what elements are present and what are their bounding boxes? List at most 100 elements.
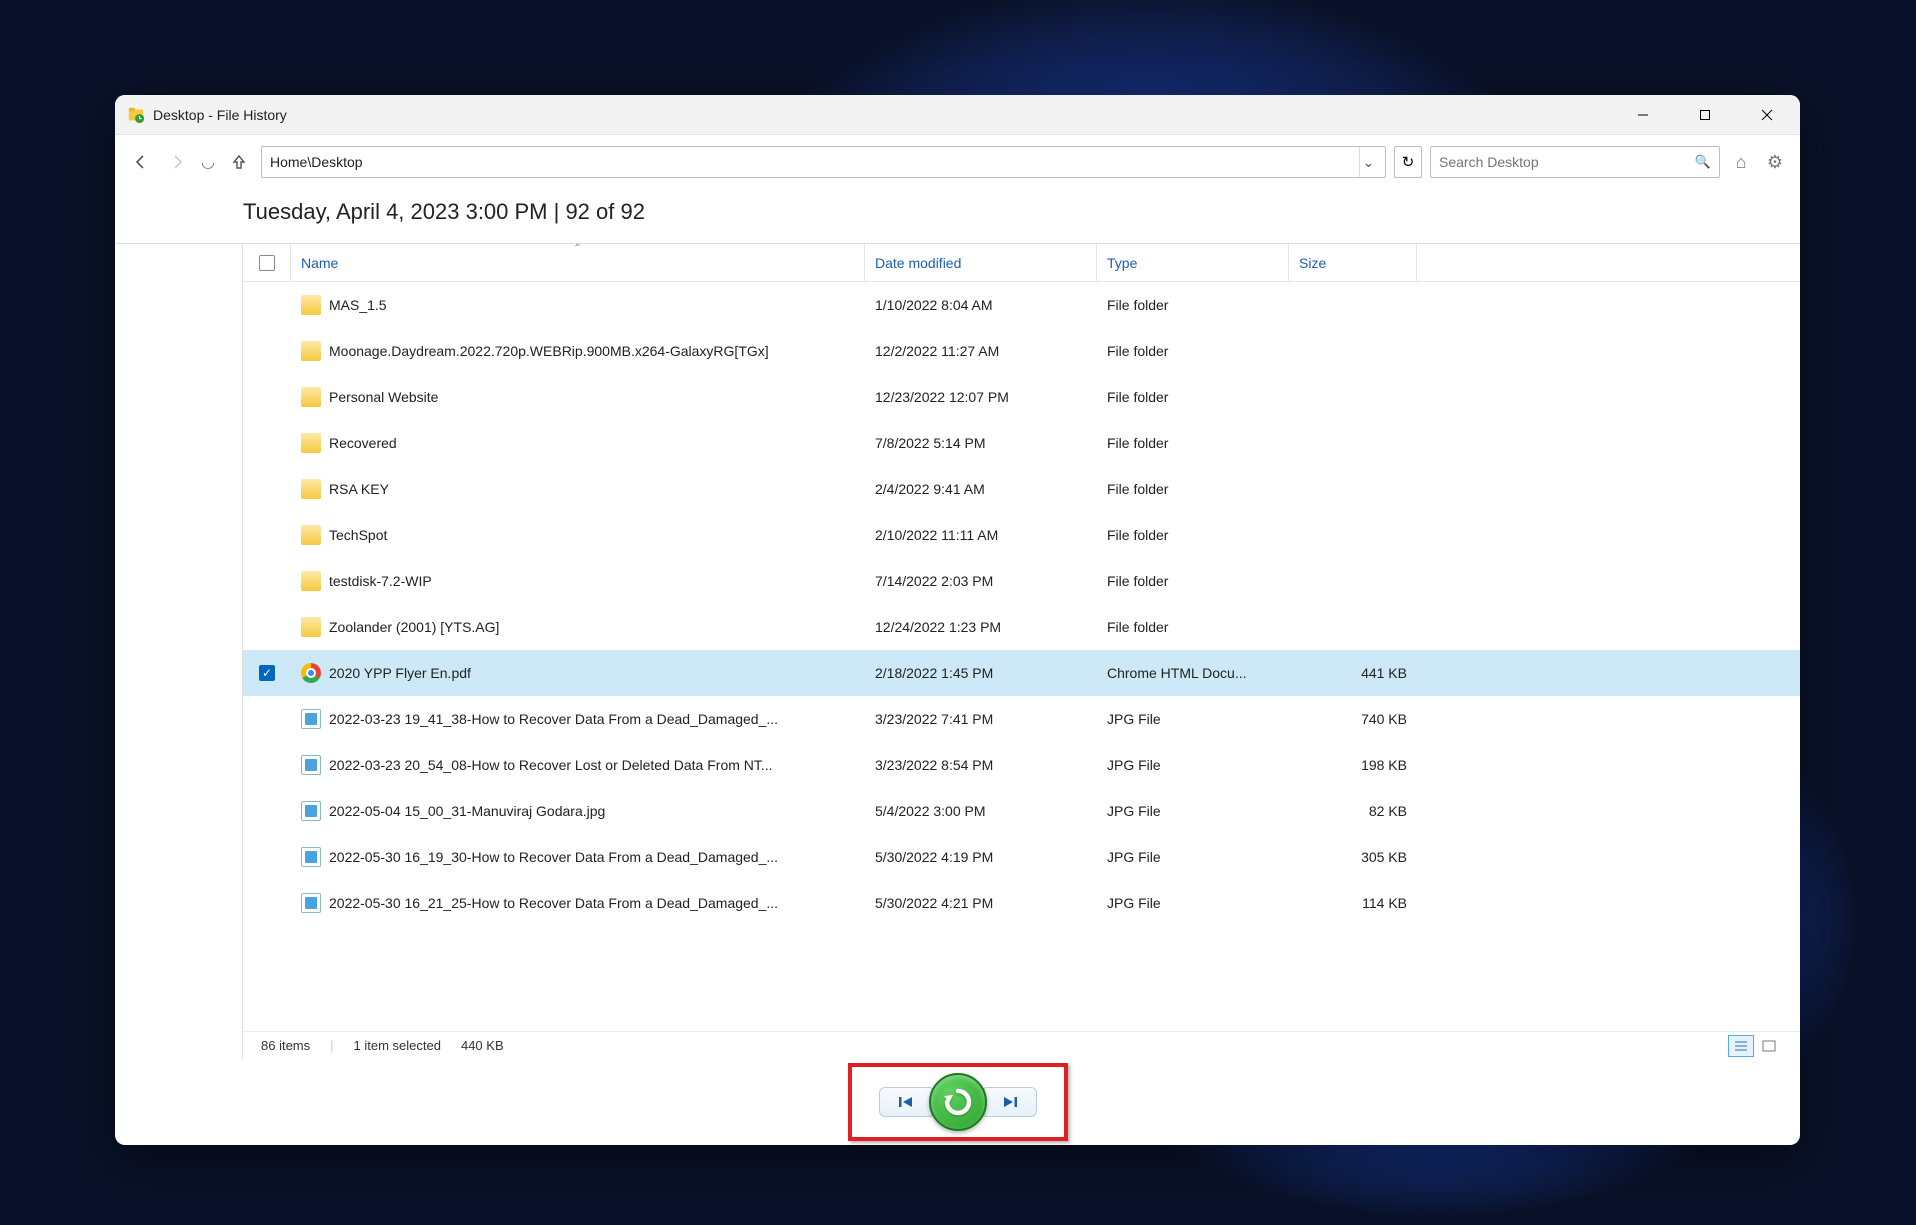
close-button[interactable]: [1736, 95, 1798, 135]
header-type[interactable]: Type: [1097, 244, 1289, 281]
header-checkbox-cell[interactable]: [243, 244, 291, 281]
file-row[interactable]: 2022-05-30 16_19_30-How to Recover Data …: [243, 834, 1800, 880]
row-name-cell[interactable]: 2022-03-23 20_54_08-How to Recover Lost …: [291, 755, 865, 775]
search-input[interactable]: [1439, 154, 1695, 170]
row-size: 740 KB: [1289, 711, 1417, 727]
row-date: 5/4/2022 3:00 PM: [865, 803, 1097, 819]
home-icon[interactable]: ⌂: [1728, 149, 1754, 175]
address-bar[interactable]: Home\Desktop ⌄: [261, 146, 1386, 178]
row-type: File folder: [1097, 527, 1289, 543]
maximize-button[interactable]: [1674, 95, 1736, 135]
header-padding: [1417, 244, 1800, 281]
row-name-cell[interactable]: testdisk-7.2-WIP: [291, 571, 865, 591]
row-size: 114 KB: [1289, 895, 1417, 911]
file-row[interactable]: Zoolander (2001) [YTS.AG]12/24/2022 1:23…: [243, 604, 1800, 650]
forward-button[interactable]: [163, 148, 191, 176]
refresh-button[interactable]: ↻: [1394, 146, 1422, 178]
file-row[interactable]: Personal Website12/23/2022 12:07 PMFile …: [243, 374, 1800, 420]
titlebar[interactable]: Desktop - File History: [115, 95, 1800, 135]
file-row[interactable]: ✓ 2020 YPP Flyer En.pdf 2/18/2022 1:45 PMC…: [243, 650, 1800, 696]
file-name: 2022-03-23 20_54_08-How to Recover Lost …: [329, 757, 773, 773]
file-row[interactable]: 2022-03-23 20_54_08-How to Recover Lost …: [243, 742, 1800, 788]
window-title: Desktop - File History: [153, 107, 1612, 123]
row-date: 2/10/2022 11:11 AM: [865, 527, 1097, 543]
file-history-window: Desktop - File History ◡ Home\Desktop ⌄ …: [115, 95, 1800, 1145]
row-name-cell[interactable]: TechSpot: [291, 525, 865, 545]
row-type: File folder: [1097, 619, 1289, 635]
selection-count: 1 item selected: [354, 1038, 441, 1053]
folder-icon: [301, 433, 321, 453]
jpg-icon: [301, 755, 321, 775]
file-name: testdisk-7.2-WIP: [329, 573, 432, 589]
row-name-cell[interactable]: 2022-05-30 16_21_25-How to Recover Data …: [291, 893, 865, 913]
row-type: File folder: [1097, 297, 1289, 313]
file-row[interactable]: TechSpot2/10/2022 11:11 AMFile folder: [243, 512, 1800, 558]
file-name: 2020 YPP Flyer En.pdf: [329, 665, 471, 681]
file-name: 2022-05-30 16_21_25-How to Recover Data …: [329, 895, 778, 911]
tiles-view-button[interactable]: [1756, 1035, 1782, 1057]
row-type: File folder: [1097, 435, 1289, 451]
row-date: 3/23/2022 7:41 PM: [865, 711, 1097, 727]
row-name-cell[interactable]: 2022-05-04 15_00_31-Manuviraj Godara.jpg: [291, 801, 865, 821]
row-size: 441 KB: [1289, 665, 1417, 681]
row-size: 82 KB: [1289, 803, 1417, 819]
row-name-cell[interactable]: Recovered: [291, 433, 865, 453]
column-header: ⌃Name Date modified Type Size: [243, 244, 1800, 282]
sort-caret-icon: ⌃: [573, 243, 581, 254]
gear-icon[interactable]: ⚙: [1762, 149, 1788, 175]
folder-icon: [301, 525, 321, 545]
file-name: 2022-05-04 15_00_31-Manuviraj Godara.jpg: [329, 803, 605, 819]
path-separator: ◡: [201, 152, 215, 172]
row-type: File folder: [1097, 343, 1289, 359]
row-type: JPG File: [1097, 849, 1289, 865]
row-date: 5/30/2022 4:19 PM: [865, 849, 1097, 865]
header-date[interactable]: Date modified: [865, 244, 1097, 281]
control-bar: [115, 1059, 1800, 1145]
address-path: Home\Desktop: [270, 154, 1359, 170]
row-name-cell[interactable]: MAS_1.5: [291, 295, 865, 315]
row-name-cell[interactable]: Moonage.Daydream.2022.720p.WEBRip.900MB.…: [291, 341, 865, 361]
row-name-cell[interactable]: 2022-05-30 16_19_30-How to Recover Data …: [291, 847, 865, 867]
row-type: JPG File: [1097, 711, 1289, 727]
row-name-cell[interactable]: 2022-03-23 19_41_38-How to Recover Data …: [291, 709, 865, 729]
up-button[interactable]: [225, 148, 253, 176]
file-name: Zoolander (2001) [YTS.AG]: [329, 619, 499, 635]
jpg-icon: [301, 709, 321, 729]
select-all-checkbox[interactable]: [259, 255, 275, 271]
row-name-cell[interactable]: 2020 YPP Flyer En.pdf: [291, 663, 865, 683]
row-checkbox-cell[interactable]: ✓: [243, 665, 291, 681]
file-list-area: ⌃Name Date modified Type Size MAS_1.51/1…: [243, 244, 1800, 1059]
row-name-cell[interactable]: Personal Website: [291, 387, 865, 407]
file-name: RSA KEY: [329, 481, 389, 497]
row-type: Chrome HTML Docu...: [1097, 665, 1289, 681]
row-date: 1/10/2022 8:04 AM: [865, 297, 1097, 313]
search-box[interactable]: 🔍: [1430, 146, 1720, 178]
row-checkbox[interactable]: ✓: [259, 665, 275, 681]
row-date: 2/18/2022 1:45 PM: [865, 665, 1097, 681]
row-name-cell[interactable]: Zoolander (2001) [YTS.AG]: [291, 617, 865, 637]
restore-button[interactable]: [929, 1073, 987, 1131]
toolbar: ◡ Home\Desktop ⌄ ↻ 🔍 ⌂ ⚙: [115, 135, 1800, 189]
back-button[interactable]: [127, 148, 155, 176]
file-row[interactable]: 2022-05-30 16_21_25-How to Recover Data …: [243, 880, 1800, 926]
file-row[interactable]: Moonage.Daydream.2022.720p.WEBRip.900MB.…: [243, 328, 1800, 374]
row-date: 7/14/2022 2:03 PM: [865, 573, 1097, 589]
item-count: 86 items: [261, 1038, 310, 1053]
file-row[interactable]: 2022-03-23 19_41_38-How to Recover Data …: [243, 696, 1800, 742]
file-row[interactable]: 2022-05-04 15_00_31-Manuviraj Godara.jpg…: [243, 788, 1800, 834]
folder-icon: [301, 295, 321, 315]
address-dropdown-icon[interactable]: ⌄: [1359, 147, 1377, 177]
minimize-button[interactable]: [1612, 95, 1674, 135]
search-icon: 🔍: [1695, 154, 1711, 170]
row-name-cell[interactable]: RSA KEY: [291, 479, 865, 499]
file-row[interactable]: testdisk-7.2-WIP7/14/2022 2:03 PMFile fo…: [243, 558, 1800, 604]
row-date: 7/8/2022 5:14 PM: [865, 435, 1097, 451]
file-row[interactable]: Recovered7/8/2022 5:14 PMFile folder: [243, 420, 1800, 466]
file-rows[interactable]: MAS_1.51/10/2022 8:04 AMFile folderMoona…: [243, 282, 1800, 1031]
file-row[interactable]: MAS_1.51/10/2022 8:04 AMFile folder: [243, 282, 1800, 328]
header-name[interactable]: ⌃Name: [291, 244, 865, 281]
header-size[interactable]: Size: [1289, 244, 1417, 281]
row-date: 12/23/2022 12:07 PM: [865, 389, 1097, 405]
details-view-button[interactable]: [1728, 1035, 1754, 1057]
file-row[interactable]: RSA KEY2/4/2022 9:41 AMFile folder: [243, 466, 1800, 512]
